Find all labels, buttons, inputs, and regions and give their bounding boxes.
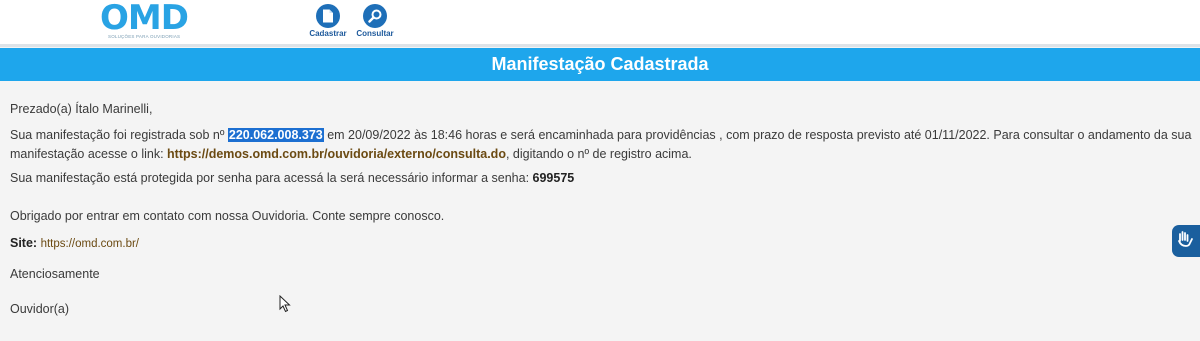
link-intro-text: manifestação acesse o link:: [10, 147, 168, 161]
closing: Atenciosamente: [10, 267, 100, 281]
divider: [0, 44, 1200, 47]
greeting: Prezado(a) Ítalo Marinelli,: [10, 102, 153, 116]
omd-logo[interactable]: OMD SOLUÇÕES PARA OUVIDORIAS: [100, 0, 200, 44]
logo-subtitle: SOLUÇÕES PARA OUVIDORIAS: [108, 34, 181, 39]
password-text: Sua manifestação está protegida por senh…: [10, 171, 533, 185]
logo-text: OMD: [100, 0, 189, 38]
password-paragraph: Sua manifestação está protegida por senh…: [10, 169, 574, 187]
search-icon: [363, 4, 387, 28]
consultar-button[interactable]: Consultar: [352, 4, 398, 38]
page-title-banner: Manifestação Cadastrada: [0, 48, 1200, 81]
mouse-pointer-icon: [279, 294, 291, 313]
consulta-link[interactable]: https://demos.omd.com.br/ouvidoria/exter…: [167, 147, 506, 161]
link-outro-text: , digitando o nº de registro acima.: [505, 147, 692, 161]
cadastrar-label: Cadastrar: [309, 29, 347, 38]
thanks-paragraph: Obrigado por entrar em contato com nossa…: [10, 209, 445, 223]
document-icon: [316, 4, 340, 28]
password-value: 699575: [532, 171, 575, 185]
registration-number[interactable]: 220.062.008.373: [227, 128, 324, 142]
registration-text-before: Sua manifestação foi registrada sob nº: [10, 128, 228, 142]
site-link[interactable]: https://omd.com.br/: [41, 238, 139, 250]
cadastrar-button[interactable]: Cadastrar: [305, 4, 351, 38]
registration-paragraph-line1: Sua manifestação foi registrada sob nº 2…: [10, 126, 1191, 144]
site-paragraph: Site: https://omd.com.br/: [10, 234, 139, 253]
registration-paragraph-line2: manifestação acesse o link: https://demo…: [10, 145, 692, 163]
sign-language-hands-icon: [1177, 229, 1195, 254]
site-label: Site:: [10, 236, 38, 250]
consultar-label: Consultar: [356, 29, 394, 38]
accessibility-widget-button[interactable]: [1172, 225, 1200, 257]
signature: Ouvidor(a): [10, 302, 70, 316]
top-header: OMD SOLUÇÕES PARA OUVIDORIAS Cadastrar C…: [0, 0, 1200, 44]
registration-text-after: em 20/09/2022 às 18:46 horas e será enca…: [323, 128, 1192, 142]
